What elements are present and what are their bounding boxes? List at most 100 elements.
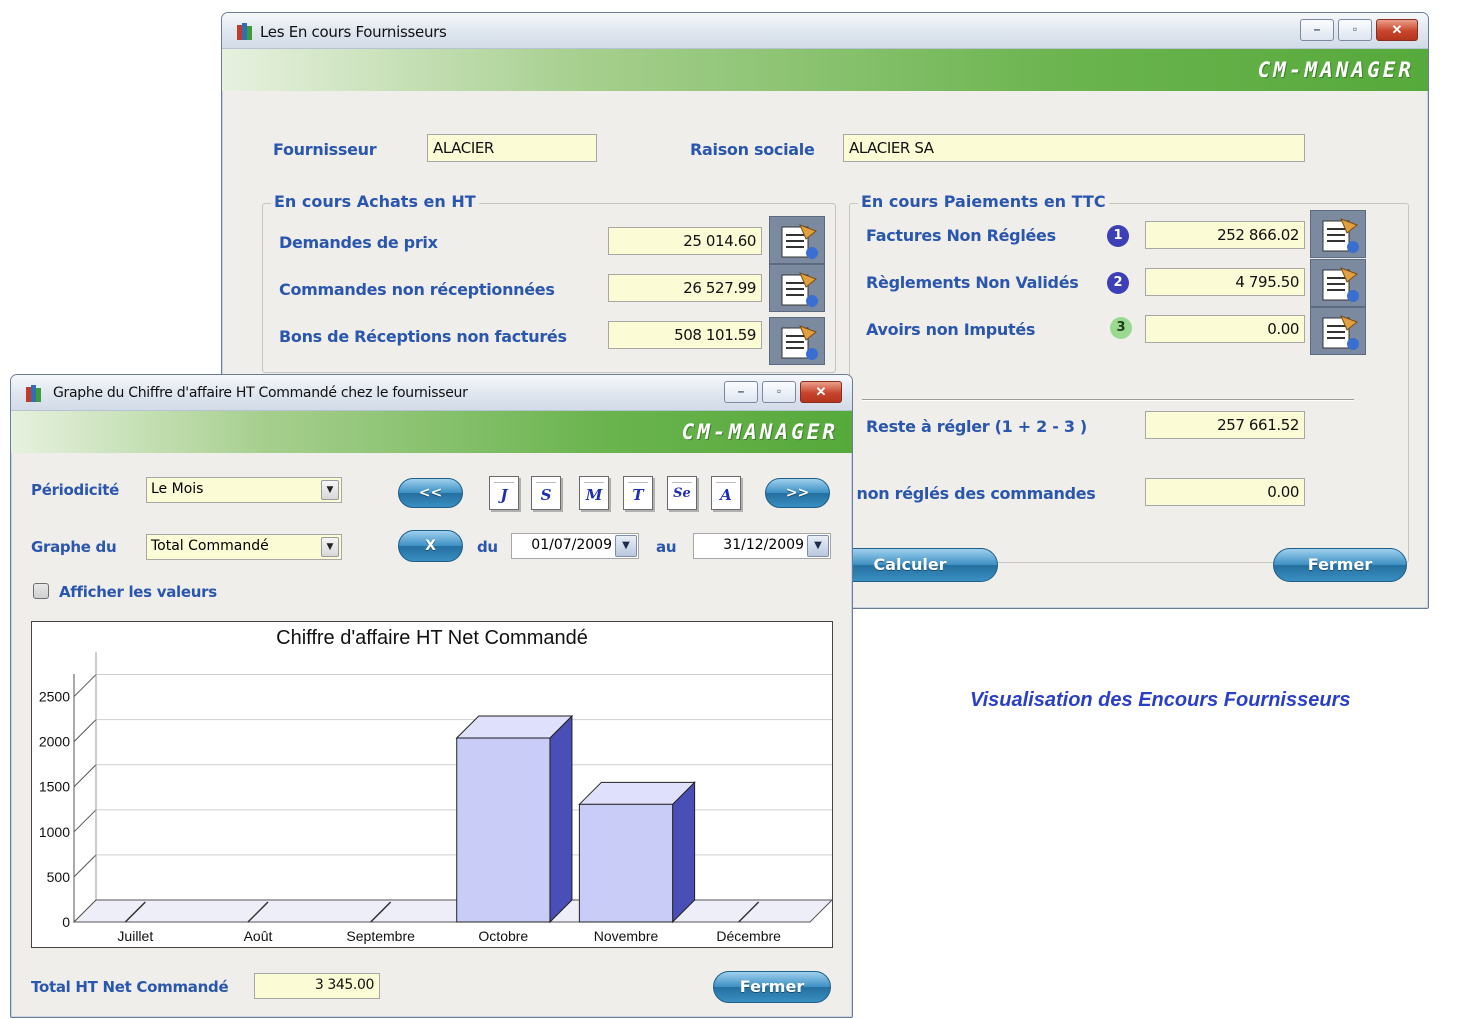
afficher-valeurs-label[interactable]: Afficher les valeurs <box>59 583 217 601</box>
minimize-icon: – <box>1313 22 1321 36</box>
period-button-annee[interactable]: A <box>711 476 741 510</box>
date-from-picker[interactable]: 01/07/2009 ▼ <box>511 533 639 559</box>
date-to-picker[interactable]: 31/12/2009 ▼ <box>693 533 831 559</box>
fermer-label-graph: Fermer <box>739 977 805 996</box>
du-label: du <box>477 538 498 556</box>
x-tick-label: Novembre <box>594 928 659 944</box>
bar-side <box>672 781 696 924</box>
minimize-icon: – <box>737 384 745 398</box>
raison-sociale-label: Raison sociale <box>690 140 815 159</box>
y-tick-label: 500 <box>47 869 71 885</box>
bons-reception-label: Bons de Réceptions non facturés <box>279 327 567 346</box>
period-button-trimestre[interactable]: T <box>623 476 653 510</box>
period-button-jour[interactable]: J <box>489 476 519 510</box>
fournisseur-field[interactable]: ALACIER <box>427 134 597 162</box>
period-button-semaine[interactable]: S <box>531 476 561 510</box>
chevron-down-icon: ▼ <box>321 480 339 500</box>
prev-label: << <box>418 485 443 501</box>
afficher-valeurs-checkbox[interactable] <box>33 583 49 599</box>
graphe-du-value: Total Commandé <box>151 538 269 554</box>
y-tick-label: 1500 <box>39 779 70 795</box>
x-tick-label: Octobre <box>478 928 528 944</box>
axis-tick <box>73 674 97 697</box>
factures-field[interactable]: 252 866.02 <box>1145 221 1305 249</box>
brand-logo: CM-MANAGER <box>1257 58 1414 82</box>
detail-button-factures[interactable] <box>1310 210 1366 258</box>
demandes-prix-field[interactable]: 25 014.60 <box>608 227 762 255</box>
reste-field[interactable]: 257 661.52 <box>1145 411 1305 439</box>
graphe-du-select[interactable]: Total Commandé ▼ <box>146 534 342 560</box>
period-button-semestre[interactable]: Se <box>667 476 697 510</box>
chart-floor <box>72 899 834 923</box>
close-button[interactable]: ✕ <box>800 381 842 403</box>
date-from-value: 01/07/2009 <box>531 537 612 553</box>
detail-button-avoirs[interactable] <box>1310 307 1366 355</box>
axis-tick <box>73 854 97 878</box>
fournisseur-label: Fournisseur <box>273 140 377 159</box>
document-list-icon <box>781 325 818 360</box>
main-title: Les En cours Fournisseurs <box>260 23 447 41</box>
commandes-label: Commandes non réceptionnées <box>279 280 555 299</box>
document-list-icon <box>781 224 818 259</box>
next-period-button[interactable]: >> <box>765 478 830 508</box>
graphe-du-label: Graphe du <box>31 538 117 556</box>
factures-label: Factures Non Réglées <box>866 226 1056 245</box>
document-list-icon <box>1322 218 1359 253</box>
detail-button-reglements[interactable] <box>1310 259 1366 307</box>
minimize-button[interactable]: – <box>1300 19 1334 41</box>
periodicite-value: Le Mois <box>151 481 204 497</box>
bar-side <box>549 714 573 924</box>
clear-dates-button[interactable]: X <box>398 530 463 562</box>
maximize-button[interactable]: ▫ <box>762 381 796 403</box>
fermer-button-graph[interactable]: Fermer <box>713 971 831 1003</box>
achats-group-title: En cours Achats en HT <box>271 192 479 211</box>
fermer-label-main: Fermer <box>1307 555 1373 574</box>
y-tick-label: 0 <box>62 914 70 930</box>
x-tick-label: Décembre <box>716 928 781 944</box>
graph-title: Graphe du Chiffre d'affaire HT Commandé … <box>53 385 468 401</box>
previous-period-button[interactable]: << <box>398 478 463 508</box>
x-tick-label: Juillet <box>117 928 153 944</box>
maximize-icon: ▫ <box>776 384 782 398</box>
axis-tick <box>73 809 97 833</box>
x-tick-label: Août <box>244 928 273 944</box>
close-icon: ✕ <box>815 384 827 399</box>
main-titlebar[interactable]: Les En cours Fournisseurs – ▫ ✕ <box>222 13 1428 49</box>
app-books-icon <box>25 383 43 403</box>
avoirs-field[interactable]: 0.00 <box>1145 315 1305 343</box>
commandes-field[interactable]: 26 527.99 <box>608 274 762 302</box>
demandes-prix-label: Demandes de prix <box>279 233 438 252</box>
clear-label: X <box>425 538 436 554</box>
close-button[interactable]: ✕ <box>1376 19 1418 41</box>
acomptes-field[interactable]: 0.00 <box>1145 478 1305 506</box>
total-ht-field[interactable]: 3 345.00 <box>254 973 380 999</box>
bons-reception-field[interactable]: 508 101.59 <box>608 321 762 349</box>
next-label: >> <box>785 485 810 501</box>
periodicite-label: Périodicité <box>31 481 119 499</box>
bar-chart: Chiffre d'affaire HT Net Commandé 0 500 100… <box>39 627 834 944</box>
y-tick-label: 2500 <box>39 689 70 705</box>
fermer-button-main[interactable]: Fermer <box>1273 548 1407 582</box>
badge-1: 1 <box>1107 225 1129 247</box>
detail-button-bons[interactable] <box>769 317 825 365</box>
brand-bar: CM-MANAGER <box>222 49 1428 91</box>
date-to-value: 31/12/2009 <box>723 537 804 553</box>
detail-button-commandes[interactable] <box>769 264 825 312</box>
graph-window: Graphe du Chiffre d'affaire HT Commandé … <box>10 374 853 1018</box>
avoirs-label: Avoirs non Imputés <box>866 320 1036 339</box>
document-list-icon <box>1322 267 1359 302</box>
minimize-button[interactable]: – <box>724 381 758 403</box>
paiements-group-title: En cours Paiements en TTC <box>858 192 1109 211</box>
separator <box>862 399 1354 401</box>
app-books-icon <box>236 21 254 41</box>
maximize-button[interactable]: ▫ <box>1338 19 1372 41</box>
detail-button-demandes[interactable] <box>769 216 825 264</box>
period-label: J <box>500 486 508 504</box>
brand-bar: CM-MANAGER <box>11 411 852 453</box>
period-button-mois[interactable]: M <box>579 476 609 510</box>
reglements-field[interactable]: 4 795.50 <box>1145 268 1305 296</box>
close-icon: ✕ <box>1391 22 1403 37</box>
graph-titlebar[interactable]: Graphe du Chiffre d'affaire HT Commandé … <box>11 375 852 411</box>
raison-sociale-field[interactable]: ALACIER SA <box>843 134 1305 162</box>
periodicite-select[interactable]: Le Mois ▼ <box>146 477 342 503</box>
